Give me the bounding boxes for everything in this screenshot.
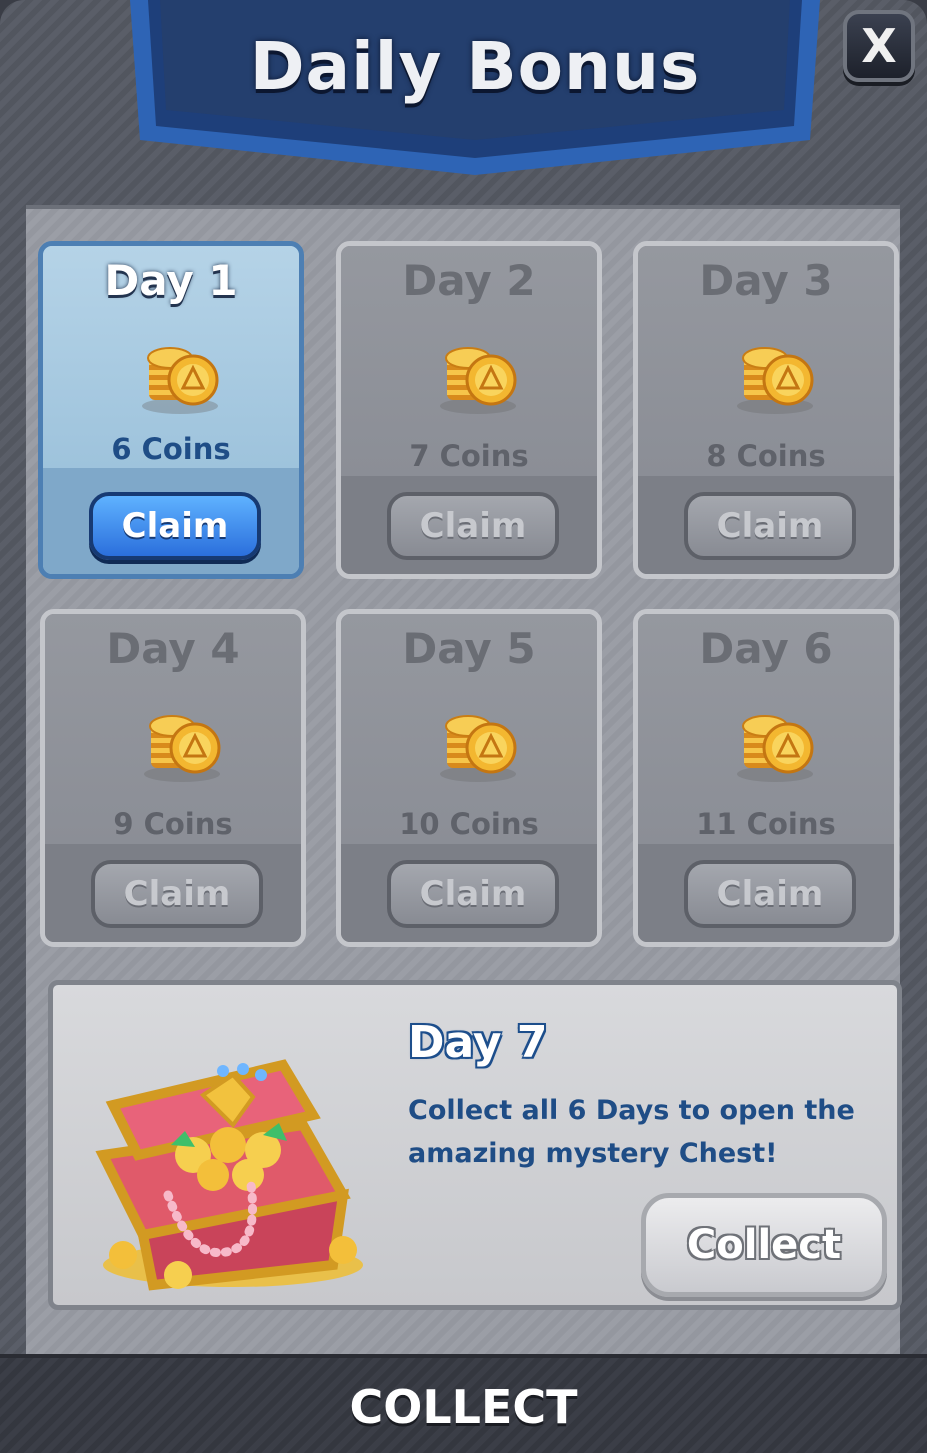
- day-7-description: Collect all 6 Days to open the amazing m…: [408, 1095, 855, 1169]
- day-label: Day 1: [104, 256, 238, 305]
- coin-stack-icon: [735, 346, 815, 416]
- popup-frame: Daily Bonus X Day 1 6 Coins Claim Day 2 …: [0, 0, 927, 1453]
- day-label: Day 4: [106, 624, 240, 673]
- collect-footer-button[interactable]: COLLECT: [0, 1380, 927, 1434]
- claim-button-day-3[interactable]: Claim: [684, 492, 856, 560]
- close-icon: X: [861, 19, 897, 73]
- day-label: Day 5: [402, 624, 536, 673]
- day-card-4: Day 4 9 Coins Claim: [40, 609, 306, 947]
- coin-stack-icon: [140, 346, 220, 416]
- coin-stack-icon: [735, 714, 815, 784]
- reward-label: 11 Coins: [696, 807, 836, 841]
- day-card-5: Day 5 10 Coins Claim: [336, 609, 602, 947]
- claim-button-day-4[interactable]: Claim: [91, 860, 263, 928]
- claim-button-day-6[interactable]: Claim: [684, 860, 856, 928]
- reward-label: 8 Coins: [706, 439, 826, 473]
- title-banner: Daily Bonus: [130, 0, 820, 175]
- treasure-chest-icon: [95, 1059, 363, 1291]
- day-card-2: Day 2 7 Coins Claim: [336, 241, 602, 579]
- footer-bar: COLLECT: [0, 1354, 927, 1453]
- day-card-3: Day 3 8 Coins Claim: [633, 241, 899, 579]
- day-card-6: Day 6 11 Coins Claim: [633, 609, 899, 947]
- coin-stack-icon: [142, 714, 222, 784]
- claim-button-day-5[interactable]: Claim: [387, 860, 559, 928]
- day-7-card: Day 7 Collect all 6 Days to open the ama…: [48, 980, 902, 1310]
- day-label: Day 6: [699, 624, 833, 673]
- reward-label: 9 Coins: [113, 807, 233, 841]
- page-title: Daily Bonus: [249, 28, 701, 105]
- claim-button-day-2[interactable]: Claim: [387, 492, 559, 560]
- day-card-1: Day 1 6 Coins Claim: [38, 241, 304, 579]
- coin-stack-icon: [438, 714, 518, 784]
- day-label: Day 3: [699, 256, 833, 305]
- day-7-title: Day 7: [408, 1017, 548, 1068]
- collect-chest-button[interactable]: Collect: [641, 1193, 887, 1297]
- day-label: Day 2: [402, 256, 536, 305]
- reward-label: 6 Coins: [111, 432, 231, 466]
- reward-label: 10 Coins: [399, 807, 539, 841]
- coin-stack-icon: [438, 346, 518, 416]
- claim-button-day-1[interactable]: Claim: [89, 492, 261, 560]
- reward-label: 7 Coins: [409, 439, 529, 473]
- close-button[interactable]: X: [843, 10, 915, 82]
